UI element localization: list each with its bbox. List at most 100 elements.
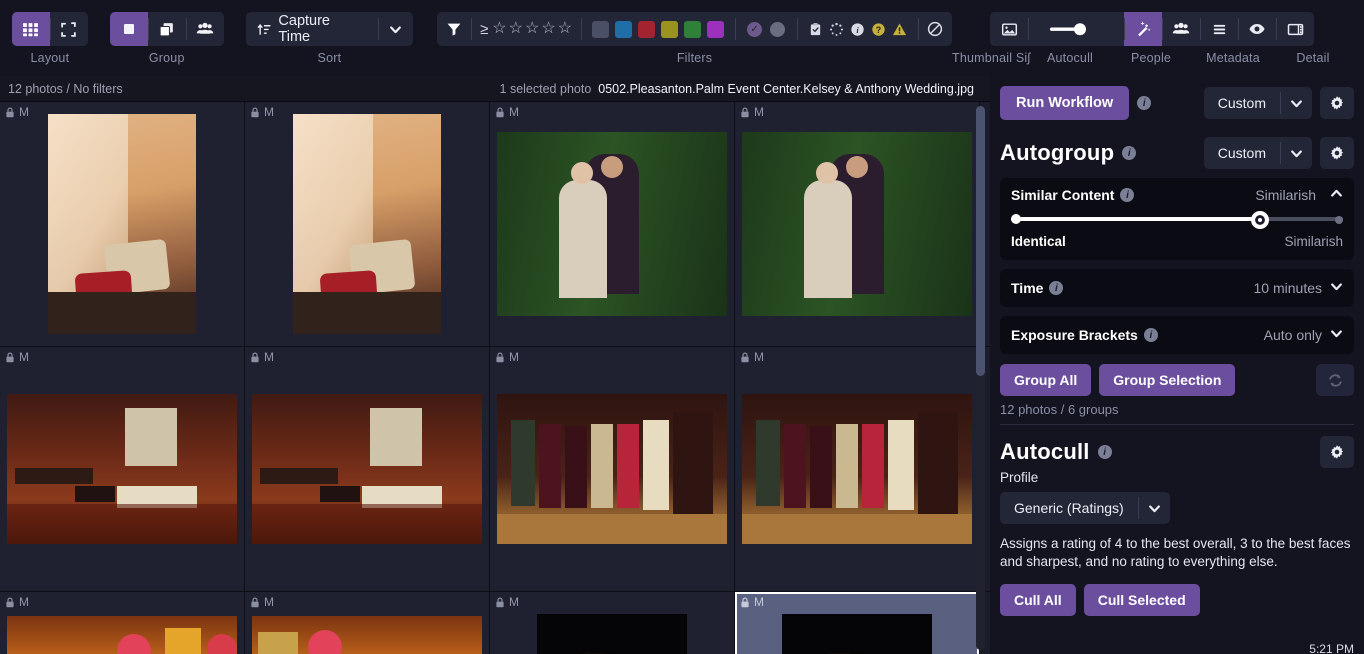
star-icon[interactable]: ☆ [525, 21, 539, 37]
chevron-up-icon[interactable] [1330, 187, 1343, 203]
photo-cell-2[interactable]: M [245, 102, 490, 346]
info-icon[interactable]: i [1143, 328, 1158, 342]
circle-icon[interactable] [770, 21, 786, 37]
similar-content-slider[interactable] [1011, 211, 1343, 229]
workflow-settings-button[interactable] [1320, 87, 1354, 119]
people-panel-button[interactable] [1162, 12, 1201, 46]
cell-badge: M [5, 105, 29, 119]
cull-all-button[interactable]: Cull All [1000, 584, 1076, 617]
photo-cell-10[interactable]: M [245, 592, 490, 654]
workflow-preset-select[interactable]: Custom [1203, 87, 1312, 119]
star-icon[interactable]: ☆ [558, 21, 572, 37]
filter-color-labels[interactable] [581, 12, 735, 46]
cull-selected-button[interactable]: Cull Selected [1083, 584, 1200, 617]
chevron-down-icon [390, 25, 401, 33]
filter-rating-stars[interactable]: ≥ ☆ ☆ ☆ ☆ ☆ [471, 12, 581, 46]
info-icon[interactable]: i [1120, 188, 1135, 202]
autocull-settings-button[interactable] [1320, 436, 1354, 468]
system-clock: 5:21 PM [1309, 642, 1354, 654]
photo-thumbnail [497, 132, 727, 316]
detail-panel-button[interactable] [1238, 12, 1277, 46]
photo-cell-5[interactable]: M [0, 347, 245, 591]
workflow-preset-value: Custom [1217, 95, 1266, 111]
photo-cell-12[interactable]: M [735, 592, 980, 654]
photo-cell-4[interactable]: M [735, 102, 980, 346]
chevron-down-icon[interactable] [1330, 327, 1343, 343]
selected-filename: 0502.Pleasanton.Palm Event Center.Kelsey… [598, 81, 974, 96]
cell-badge: M [5, 595, 29, 609]
filter-clear-button[interactable] [918, 12, 952, 46]
photo-cell-9[interactable]: M [0, 592, 245, 654]
run-workflow-button[interactable]: Run Workflow [1000, 86, 1130, 120]
info-circle-icon[interactable]: i [850, 22, 865, 37]
clipboard-check-icon[interactable] [808, 22, 823, 37]
photo-thumbnail [252, 394, 482, 544]
photo-cell-3[interactable]: M [490, 102, 735, 346]
warning-triangle-icon[interactable] [892, 22, 907, 37]
autogroup-settings-button[interactable] [1320, 137, 1354, 169]
color-swatch-purple[interactable] [707, 20, 725, 38]
photo-grid[interactable]: M M M M M M M M M M M M [0, 102, 990, 654]
grid-vertical-scrollbar[interactable] [976, 106, 985, 650]
color-swatch-red[interactable] [638, 20, 656, 38]
chevron-down-icon[interactable] [1280, 137, 1312, 169]
question-circle-icon[interactable]: ? [871, 22, 886, 37]
filter-funnel-button[interactable] [437, 12, 471, 46]
lock-icon [496, 352, 504, 362]
group-all-button[interactable]: Group All [1000, 364, 1092, 396]
color-swatch-blue[interactable] [615, 20, 633, 38]
color-swatch-green[interactable] [684, 20, 702, 38]
check-circle-icon[interactable]: ✓ [747, 21, 763, 37]
color-swatch-yellow[interactable] [661, 20, 679, 38]
grid-view-button[interactable] [11, 12, 50, 46]
autogroup-preset-select[interactable]: Custom [1203, 137, 1312, 169]
group-selection-button[interactable]: Group Selection [1099, 364, 1236, 396]
panel-toggle-button[interactable] [1276, 12, 1315, 46]
slider-min-label: Identical [1011, 234, 1066, 249]
photo-cell-8[interactable]: M [735, 347, 980, 591]
photo-cell-11[interactable]: M [490, 592, 735, 654]
thumbnail-image-button[interactable] [990, 12, 1029, 46]
info-icon[interactable]: i [1122, 146, 1137, 160]
filter-flags[interactable]: ✓ [735, 12, 797, 46]
slider-handle[interactable] [1251, 211, 1269, 229]
thumbnail-size-label: Thumbnail Siʃ [952, 51, 1031, 65]
refresh-loop-icon [1328, 373, 1342, 387]
color-swatch-grey[interactable] [592, 20, 610, 38]
time-row[interactable]: Time i 10 minutes [1000, 269, 1354, 307]
regroup-refresh-button[interactable] [1316, 364, 1354, 396]
photo-count-label: 12 photos / No filters [8, 81, 123, 96]
filter-status-icons[interactable]: i ? [797, 12, 918, 46]
cell-badge: M [250, 595, 274, 609]
photo-cell-1[interactable]: M [0, 102, 245, 346]
thumbnail-size-slider[interactable] [1028, 12, 1125, 46]
group-stack-button[interactable] [147, 12, 186, 46]
spinner-icon[interactable] [829, 22, 844, 37]
chevron-down-icon[interactable] [1138, 492, 1170, 524]
star-icon[interactable]: ☆ [509, 21, 523, 37]
sort-dropdown-button[interactable] [377, 12, 414, 46]
star-icon[interactable]: ☆ [492, 21, 506, 37]
autocull-panel-button[interactable] [1124, 12, 1163, 46]
group-people-button[interactable] [185, 12, 224, 46]
exposure-brackets-value: Auto only [1263, 327, 1322, 343]
info-icon[interactable]: i [1097, 445, 1112, 459]
lock-icon [251, 352, 259, 362]
group-none-button[interactable] [109, 12, 148, 46]
chevron-down-icon[interactable] [1330, 280, 1343, 296]
star-icon[interactable]: ☆ [541, 21, 555, 37]
fullscreen-view-button[interactable] [49, 12, 88, 46]
scrollbar-thumb[interactable] [976, 106, 985, 376]
photo-cell-7[interactable]: M [490, 347, 735, 591]
photo-cell-6[interactable]: M [245, 347, 490, 591]
exposure-brackets-row[interactable]: Exposure Brackets i Auto only [1000, 316, 1354, 354]
info-icon[interactable]: i [1137, 96, 1152, 110]
workflow-row: Run Workflow i Custom [1000, 86, 1354, 120]
cell-badge: M [740, 350, 764, 364]
metadata-panel-button[interactable] [1200, 12, 1239, 46]
autocull-profile-select[interactable]: Generic (Ratings) [1000, 492, 1170, 524]
sort-field-button[interactable]: Capture Time [246, 12, 378, 46]
info-icon[interactable]: i [1049, 281, 1064, 295]
photo-thumbnail [7, 394, 237, 544]
chevron-down-icon[interactable] [1280, 87, 1312, 119]
